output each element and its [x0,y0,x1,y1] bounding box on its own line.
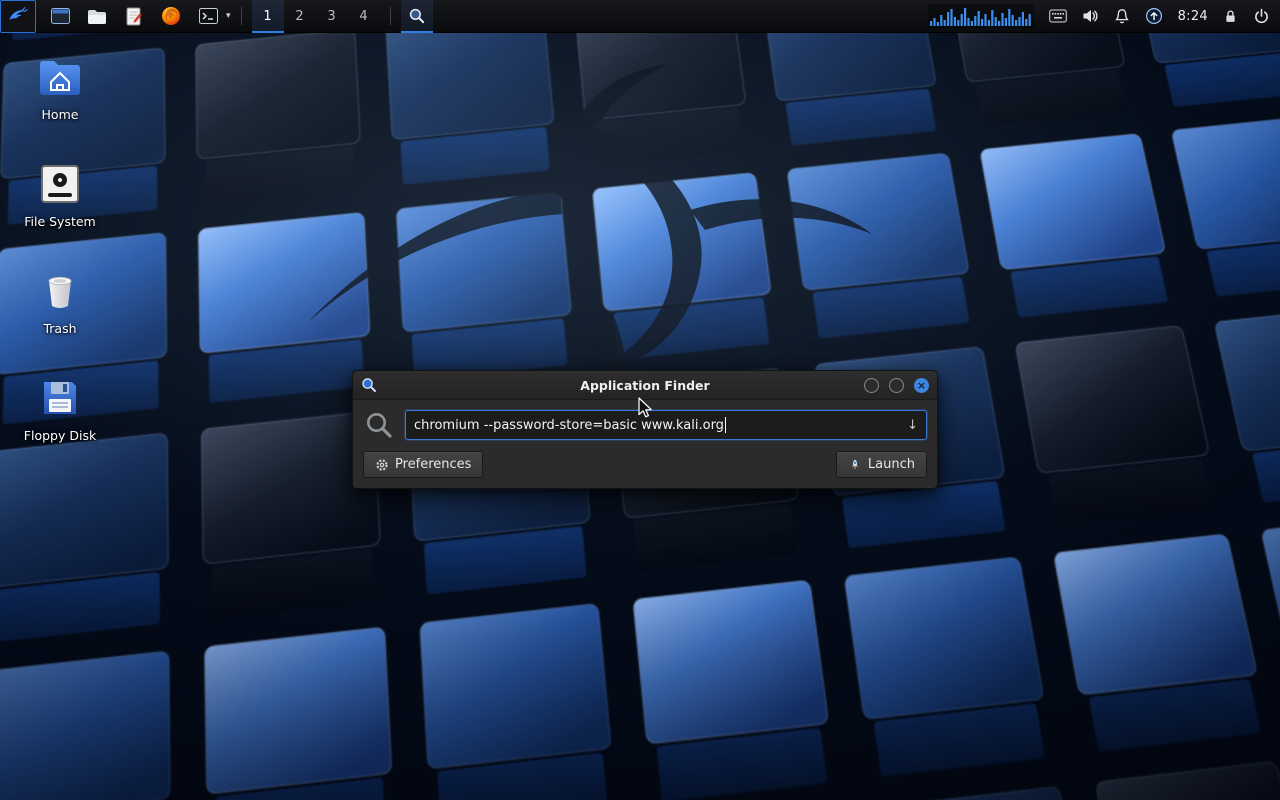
power-icon [1253,8,1270,25]
taskbar-application-finder[interactable] [401,0,433,33]
volume-control[interactable] [1082,8,1099,24]
command-input[interactable]: chromium --password-store=basic www.kali… [405,410,927,440]
launcher-text-editor[interactable] [123,5,145,27]
logout-power[interactable] [1253,8,1270,25]
search-row: chromium --password-store=basic www.kali… [353,400,937,445]
minimize-button[interactable] [864,378,879,393]
top-panel: ▾ 1 2 3 4 [0,0,1280,33]
launch-icon [848,458,862,472]
firefox-icon [161,6,181,26]
lock-icon [1223,8,1238,25]
application-finder-icon [361,377,377,393]
window-title: Application Finder [353,378,937,393]
workspace-1[interactable]: 1 [252,0,284,33]
desktop-icon-label: File System [24,214,96,229]
notifications[interactable] [1114,8,1130,25]
launcher-firefox[interactable] [160,5,182,27]
floppy-disk-icon [39,377,81,419]
desktop-icon-trash[interactable]: Trash [10,272,110,336]
panel-separator [241,7,242,25]
keyboard-icon [1049,9,1067,23]
file-system-icon [38,163,82,205]
desktop-icon-label: Trash [43,321,76,336]
dropdown-arrow-icon[interactable]: ↓ [899,418,918,433]
preferences-label: Preferences [395,457,471,472]
clock[interactable]: 8:24 [1178,9,1208,24]
updates-icon [1145,7,1163,25]
preferences-button[interactable]: Preferences [363,451,483,478]
software-updates[interactable] [1145,7,1163,25]
desktop-icon-file-system[interactable]: File System [10,163,110,229]
maximize-button[interactable] [889,378,904,393]
cpu-graph[interactable] [928,4,1034,28]
desktop-icon-floppy-disk[interactable]: Floppy Disk [10,377,110,443]
workspace-3[interactable]: 3 [316,0,348,33]
keyboard-layout[interactable] [1049,9,1067,23]
launch-button[interactable]: Launch [836,451,927,478]
volume-icon [1082,8,1099,24]
workspace-2[interactable]: 2 [284,0,316,33]
panel-launchers: ▾ [49,5,231,27]
command-text: chromium --password-store=basic www.kali… [414,418,724,433]
text-editor-icon [126,7,142,26]
terminal-icon [199,8,218,24]
titlebar[interactable]: Application Finder × [353,371,937,400]
terminal-dropdown-chevron-icon[interactable]: ▾ [226,11,231,21]
workspace-4[interactable]: 4 [348,0,380,33]
launch-label: Launch [868,457,915,472]
desktop-icon-home[interactable]: Home [10,56,110,122]
launcher-file-manager[interactable] [86,5,108,27]
kali-logo-icon [7,5,30,28]
application-finder-window: Application Finder × chromium --password… [352,370,938,489]
close-button[interactable]: × [914,378,929,393]
screen-lock[interactable] [1223,8,1238,25]
launcher-window-manager[interactable] [49,5,71,27]
trash-icon [40,272,80,312]
button-row: Preferences Launch [353,445,937,488]
cpu-graph-icon [928,4,1034,28]
system-tray: 8:24 [928,4,1280,28]
window-icon [51,8,70,24]
desktop-icon-label: Home [42,107,79,122]
applications-menu-button[interactable] [0,0,36,33]
panel-separator-2 [390,7,391,25]
application-finder-task-icon [408,7,426,25]
gear-icon [375,458,389,472]
launcher-terminal[interactable] [197,5,219,27]
folder-icon [87,8,107,25]
search-icon [361,410,397,440]
workspace-switcher: 1 2 3 4 [252,0,380,33]
desktop-icon-label: Floppy Disk [24,428,96,443]
text-caret [725,417,727,433]
home-icon [37,56,83,98]
desktop: ▾ 1 2 3 4 [0,0,1280,800]
bell-icon [1114,8,1130,25]
window-controls: × [864,378,929,393]
